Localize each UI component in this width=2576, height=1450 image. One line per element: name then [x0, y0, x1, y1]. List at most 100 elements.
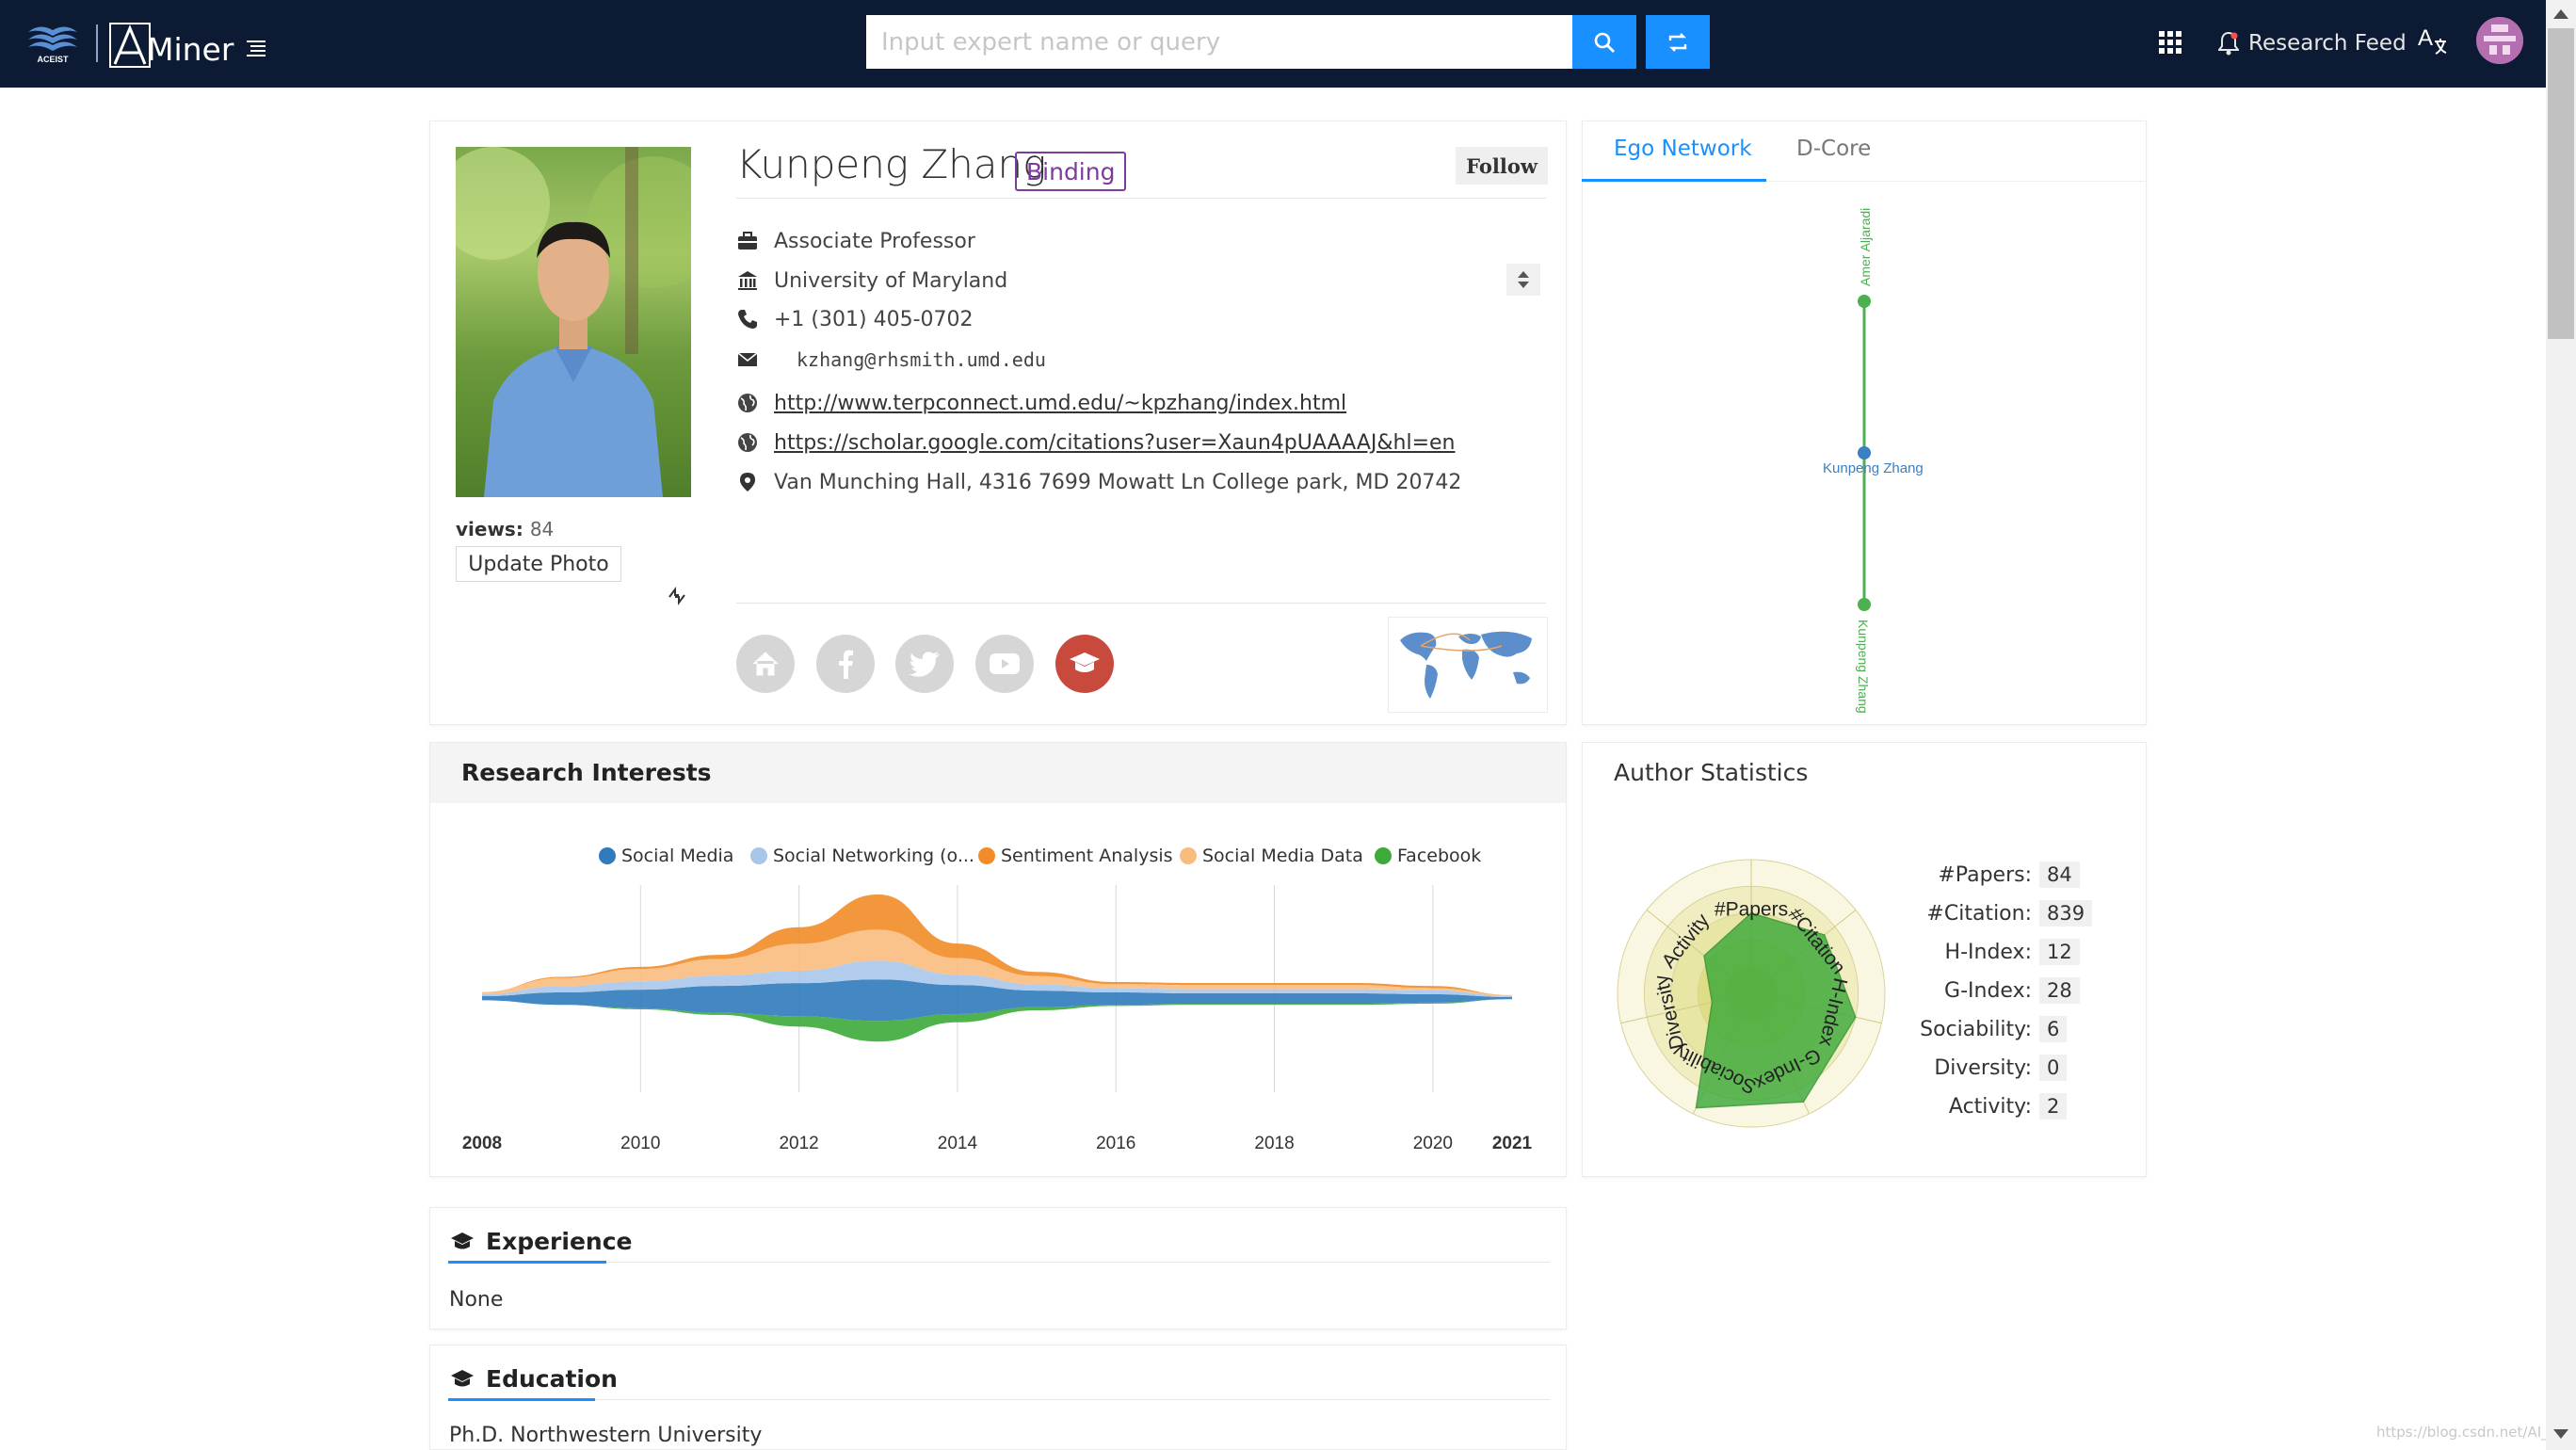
- legend-dot: [599, 847, 616, 864]
- stat-row: Sociability: 6: [1909, 1013, 2126, 1045]
- world-map-thumbnail[interactable]: [1388, 617, 1548, 713]
- active-tab-indicator: [1582, 179, 1766, 182]
- apps-grid-icon[interactable]: [2159, 31, 2182, 54]
- aminer-logo[interactable]: Miner: [109, 19, 233, 68]
- follow-button[interactable]: Follow: [1456, 147, 1548, 185]
- person-portrait-icon: [456, 147, 691, 497]
- education-divider: [448, 1399, 1550, 1400]
- bell-icon: [2218, 31, 2239, 56]
- twitter-button[interactable]: [895, 635, 954, 693]
- research-interests-streamgraph: 2008 2010 2012 2014 2016 2018 2020 2021: [462, 885, 1533, 1153]
- education-title-text: Education: [486, 1365, 618, 1393]
- position-text: Associate Professor: [774, 229, 975, 253]
- stat-row: G-Index: 28: [1909, 975, 2126, 1007]
- phone-row: +1 (301) 405-0702: [736, 304, 974, 334]
- home-social-button[interactable]: [736, 635, 795, 693]
- experience-underline: [448, 1261, 606, 1264]
- search-input[interactable]: [866, 15, 1572, 69]
- legend-label: Social Networking (o...: [773, 846, 974, 866]
- aminer-logo-text: Miner: [147, 31, 234, 68]
- stat-label: G-Index:: [1944, 978, 2032, 1003]
- network-node-kunpeng-zhang[interactable]: [1858, 446, 1871, 459]
- position-row: Associate Professor: [736, 226, 975, 256]
- briefcase-icon: [736, 230, 759, 252]
- stat-value: 0: [2039, 1055, 2068, 1081]
- translate-icon[interactable]: A: [2416, 23, 2448, 60]
- legend-label: Sentiment Analysis: [1001, 846, 1173, 866]
- stat-value: 12: [2039, 939, 2080, 965]
- stat-row: Activity: 2: [1909, 1090, 2126, 1122]
- profile-photo: [456, 147, 691, 497]
- views-counter: views: 84: [456, 518, 554, 540]
- scholar-row: https://scholar.google.com/citations?use…: [736, 427, 1456, 458]
- tab-ego-network[interactable]: Ego Network: [1614, 137, 1752, 180]
- legend-sentiment-analysis[interactable]: Sentiment Analysis: [978, 844, 1173, 868]
- affiliation-sort-button[interactable]: [1506, 264, 1540, 296]
- top-navigation-bar: ACEIST Miner Input expert name or query …: [0, 0, 2576, 88]
- expert-name: Kunpeng Zhang: [736, 141, 1047, 187]
- legend-facebook[interactable]: Facebook: [1375, 844, 1481, 868]
- phone-text: +1 (301) 405-0702: [774, 307, 974, 331]
- aminer-logo-mark: [109, 23, 151, 68]
- node-label-kunpeng-zhang: Kunpeng Zhang: [1823, 460, 1924, 476]
- svg-text:A: A: [2418, 25, 2433, 51]
- mail-icon: [736, 348, 759, 371]
- youtube-button[interactable]: [975, 635, 1034, 693]
- search-button[interactable]: [1572, 15, 1636, 69]
- address-text: Van Munching Hall, 4316 7699 Mowatt Ln C…: [774, 470, 1462, 494]
- ego-network-graph: Amer Aljaradi Kunpeng Zhang Kunpeng Zhan…: [1823, 208, 1924, 714]
- facebook-button[interactable]: [816, 635, 875, 693]
- swap-search-mode-button[interactable]: [1646, 15, 1710, 69]
- homepage-link[interactable]: http://www.terpconnect.umd.edu/~kpzhang/…: [774, 392, 1346, 415]
- x-tick-label: 2008: [462, 1134, 502, 1153]
- experience-divider: [448, 1262, 1550, 1263]
- search-icon: [1594, 32, 1615, 53]
- research-feed-label: Research Feed: [2248, 31, 2407, 56]
- stat-value: 6: [2039, 1016, 2068, 1042]
- node-label-kunpeng-zhang-peer: Kunpeng Zhang: [1856, 620, 1871, 714]
- scholar-button[interactable]: [1055, 635, 1114, 693]
- graduation-cap-icon: [451, 1369, 474, 1386]
- legend-social-media[interactable]: Social Media: [599, 844, 733, 868]
- home-icon: [752, 652, 779, 676]
- education-underline: [448, 1398, 595, 1401]
- tab-d-core[interactable]: D-Core: [1796, 137, 1871, 180]
- update-photo-button[interactable]: Update Photo: [456, 546, 621, 582]
- author-statistics-title: Author Statistics: [1614, 759, 1809, 786]
- legend-social-media-data[interactable]: Social Media Data: [1180, 844, 1363, 868]
- research-interests-title: Research Interests: [461, 759, 712, 786]
- aceist-logo[interactable]: ACEIST: [24, 21, 81, 66]
- network-node-amer-aljaradi[interactable]: [1858, 295, 1871, 308]
- scroll-up-arrow-icon[interactable]: [2553, 9, 2568, 19]
- menu-icon[interactable]: [247, 40, 266, 56]
- binding-button[interactable]: Binding: [1015, 152, 1127, 191]
- homepage-row: http://www.terpconnect.umd.edu/~kpzhang/…: [736, 388, 1346, 418]
- stat-label: #Citation:: [1926, 901, 2032, 926]
- research-feed-button[interactable]: Research Feed: [2218, 24, 2407, 62]
- legend-label: Social Media Data: [1202, 846, 1363, 866]
- x-tick-label: 2020: [1413, 1134, 1453, 1153]
- swap-photo-icon[interactable]: [667, 586, 687, 606]
- legend-dot: [978, 847, 995, 864]
- scroll-down-arrow-icon[interactable]: [2553, 1429, 2568, 1439]
- aceist-logo-text: ACEIST: [37, 55, 69, 64]
- views-count: 84: [529, 518, 555, 540]
- x-tick-label: 2014: [938, 1134, 978, 1153]
- education-title: Education: [450, 1365, 618, 1393]
- stat-row: H-Index: 12: [1909, 936, 2126, 968]
- views-label: views:: [456, 518, 523, 540]
- x-tick-label: 2018: [1254, 1134, 1294, 1153]
- network-node-kunpeng-zhang-peer[interactable]: [1858, 598, 1871, 611]
- experience-card: [429, 1207, 1567, 1329]
- node-label-amer-aljaradi: Amer Aljaradi: [1858, 208, 1873, 286]
- stat-row: #Citation: 839: [1909, 897, 2126, 929]
- experience-text: None: [449, 1288, 504, 1312]
- globe-icon: [736, 431, 759, 454]
- user-avatar[interactable]: [2476, 17, 2523, 64]
- google-scholar-link[interactable]: https://scholar.google.com/citations?use…: [774, 431, 1456, 455]
- scrollbar-thumb[interactable]: [2548, 28, 2574, 339]
- legend-social-networking[interactable]: Social Networking (o...: [750, 844, 974, 868]
- stat-row: #Papers: 84: [1909, 859, 2126, 891]
- stat-label: H-Index:: [1944, 940, 2032, 964]
- affiliation-row: University of Maryland: [736, 266, 1007, 296]
